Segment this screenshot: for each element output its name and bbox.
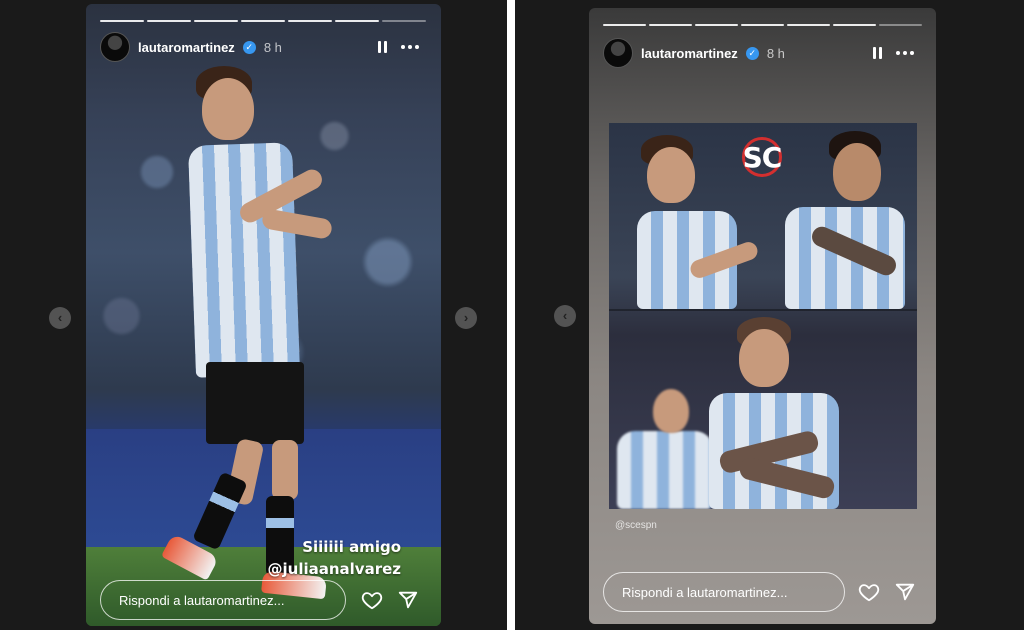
chevron-left-icon[interactable]: ‹ <box>49 307 71 329</box>
heart-icon[interactable] <box>360 588 384 612</box>
story-controls <box>873 47 914 59</box>
heart-icon[interactable] <box>857 580 881 604</box>
pause-icon[interactable] <box>873 47 882 59</box>
story-viewer-right: lautaromartinez ✓ 8 h SC @scespn Rispond… <box>515 0 1024 630</box>
send-icon[interactable] <box>893 580 917 604</box>
sc-logo: SC <box>729 137 795 177</box>
verified-badge-icon: ✓ <box>745 46 759 60</box>
image-credit: @scespn <box>615 520 657 531</box>
caption-line-1: Siiiiii amigo <box>302 538 401 556</box>
username[interactable]: lautaromartinez <box>641 46 738 61</box>
player-photo <box>86 4 441 626</box>
story-viewer-left: lautaromartinez ✓ 8 h Siiiiii amigo @jul… <box>0 0 507 630</box>
reply-placeholder: Rispondi a lautaromartinez... <box>622 584 788 600</box>
reply-placeholder: Rispondi a lautaromartinez... <box>119 592 285 608</box>
sc-logo-text: SC <box>742 140 783 174</box>
reply-input[interactable]: Rispondi a lautaromartinez... <box>603 572 845 612</box>
post-time: 8 h <box>263 39 282 55</box>
story-progress-bar <box>100 20 426 22</box>
post-time: 8 h <box>766 45 785 61</box>
story-header: lautaromartinez ✓ 8 h <box>100 32 282 62</box>
chevron-right-icon[interactable]: › <box>455 307 477 329</box>
pause-icon[interactable] <box>378 41 387 53</box>
reply-input[interactable]: Rispondi a lautaromartinez... <box>100 580 346 620</box>
verified-badge-icon: ✓ <box>242 40 256 54</box>
caption-mention[interactable]: @juliaanalvarez <box>268 558 402 580</box>
story-card[interactable]: lautaromartinez ✓ 8 h SC @scespn Rispond… <box>589 8 936 624</box>
story-controls <box>378 41 419 53</box>
story-card[interactable]: lautaromartinez ✓ 8 h Siiiiii amigo @jul… <box>86 4 441 626</box>
send-icon[interactable] <box>396 588 420 612</box>
chevron-left-icon[interactable]: ‹ <box>554 305 576 327</box>
player-photo <box>609 311 917 509</box>
shared-post-image[interactable]: SC <box>609 123 917 509</box>
avatar[interactable] <box>100 32 130 62</box>
avatar[interactable] <box>603 38 633 68</box>
username[interactable]: lautaromartinez <box>138 40 235 55</box>
story-progress-bar <box>603 24 922 26</box>
more-options-icon[interactable] <box>896 51 914 55</box>
story-header: lautaromartinez ✓ 8 h <box>603 38 785 68</box>
story-caption: Siiiiii amigo @juliaanalvarez <box>268 536 402 580</box>
more-options-icon[interactable] <box>401 45 419 49</box>
